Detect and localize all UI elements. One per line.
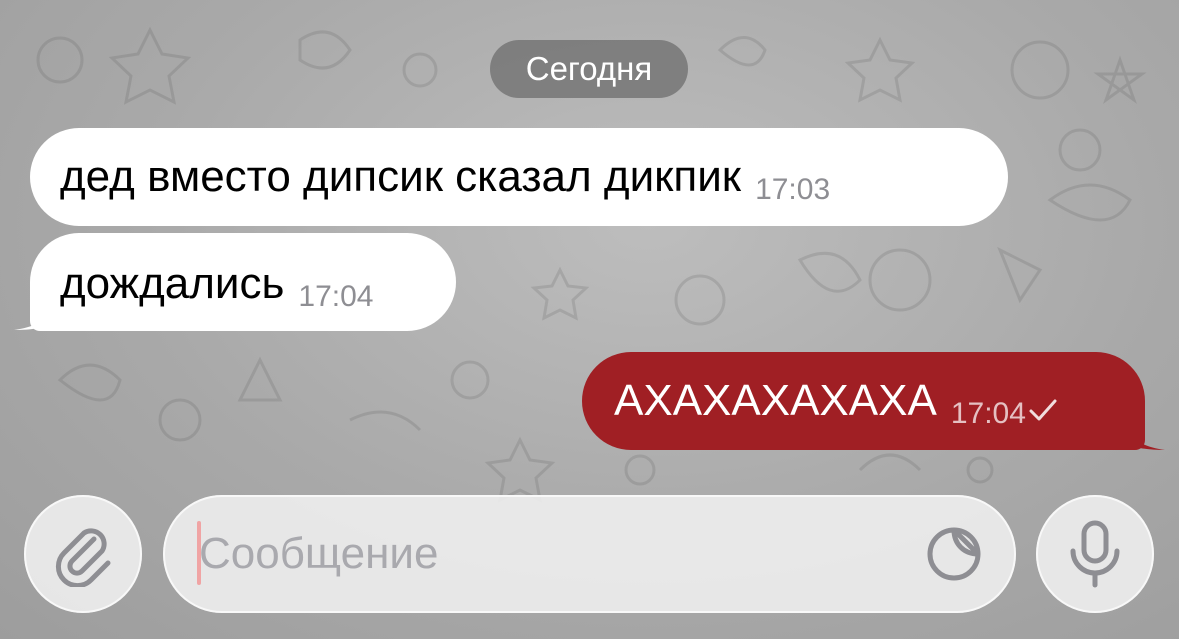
message-text: АХАХАХАХАХА <box>614 376 937 425</box>
attach-button[interactable] <box>24 495 142 613</box>
message-bubble-incoming[interactable]: дед вместо дипсик сказал дикпик 17:03 <box>30 128 1008 226</box>
message-text: дед вместо дипсик сказал дикпик <box>60 152 742 201</box>
sticker-icon[interactable] <box>926 526 982 582</box>
date-separator: Сегодня <box>490 40 688 98</box>
message-time: 17:04 <box>950 397 1026 430</box>
voice-message-button[interactable] <box>1036 495 1154 613</box>
chat-screen: Сегодня дед вместо дипсик сказал дикпик 1… <box>0 0 1179 639</box>
message-time: 17:04 <box>298 280 374 313</box>
message-time: 17:03 <box>755 173 831 206</box>
paperclip-icon <box>55 528 111 587</box>
message-input-container[interactable] <box>163 495 1016 613</box>
microphone-icon <box>1070 520 1120 588</box>
single-check-icon <box>1029 399 1057 421</box>
message-bubble-incoming[interactable]: дождались 17:04 <box>30 233 456 331</box>
message-input[interactable] <box>199 519 899 589</box>
message-text: дождались <box>60 259 285 308</box>
message-bubble-outgoing[interactable]: АХАХАХАХАХА 17:04 <box>582 352 1145 450</box>
